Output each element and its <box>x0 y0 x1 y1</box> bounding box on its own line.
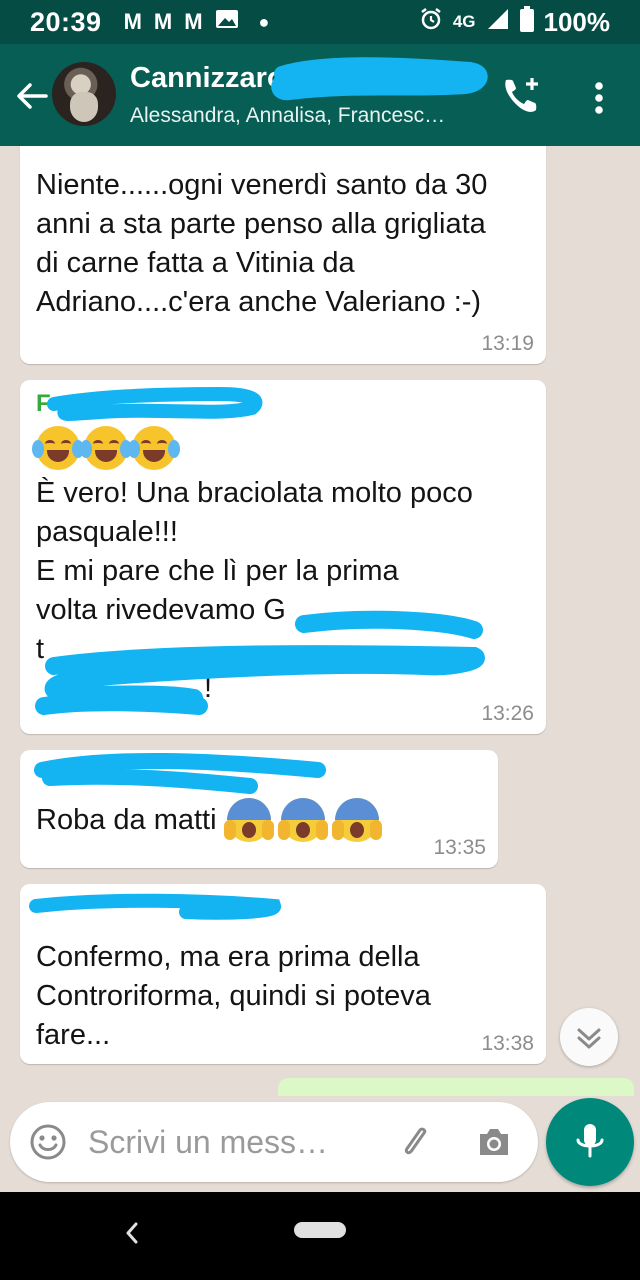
message-text: Roba da matti <box>36 803 217 836</box>
camera-icon[interactable] <box>474 1122 514 1162</box>
redaction-scribble <box>271 57 488 101</box>
scroll-to-bottom-button[interactable] <box>560 1008 618 1066</box>
chat-participants[interactable]: Alessandra, Annalisa, Francesc… <box>130 104 445 128</box>
paperclip-icon[interactable] <box>396 1122 436 1162</box>
outgoing-message-peek[interactable] <box>278 1078 634 1096</box>
message-text: Confermo, ma era prima della Controrifor… <box>36 941 431 1051</box>
emoji-row <box>32 426 530 470</box>
battery-icon <box>519 5 534 39</box>
message-text-line: E mi pare che lì per la prima volta rive… <box>36 555 399 626</box>
message-text-line: È vero! Una braciolata molto poco pasqua… <box>36 477 473 548</box>
message-bubble[interactable]: Confermo, ma era prima della Controrifor… <box>20 884 546 1064</box>
message-text-line: ! <box>204 672 213 704</box>
status-bar: 20:39 M M M ● 4G 100% <box>0 0 640 44</box>
home-pill[interactable] <box>294 1222 346 1238</box>
message-text-row: Roba da matti <box>36 798 482 842</box>
message-sender <box>36 894 530 924</box>
send-voice-button[interactable] <box>546 1098 634 1186</box>
message-bubble[interactable]: Niente......ogni venerdì santo da 30 ann… <box>20 146 546 364</box>
laughing-tears-emoji <box>80 426 132 470</box>
screaming-face-emoji <box>277 798 328 842</box>
notification-icons: M M M ● <box>124 9 270 35</box>
chevron-double-down-icon <box>577 1028 601 1049</box>
message-sender <box>36 760 482 790</box>
message-list[interactable]: Niente......ogni venerdì santo da 30 ann… <box>0 146 640 1096</box>
gmail-icon: M <box>153 9 173 34</box>
clock: 20:39 <box>30 6 102 37</box>
add-call-icon[interactable] <box>500 76 544 116</box>
message-text-line: t <box>36 633 45 665</box>
message-time: 13:35 <box>433 836 486 859</box>
gmail-icon: M <box>123 9 142 34</box>
smiley-icon[interactable] <box>28 1122 68 1162</box>
chat-title[interactable]: Cannizzaro <box>130 62 285 95</box>
message-time: 13:26 <box>481 702 534 725</box>
message-bubble[interactable]: Roba da matti 13:35 <box>20 750 498 868</box>
message-text: Niente......ogni venerdì santo da 30 ann… <box>36 169 488 318</box>
microphone-icon <box>576 1124 604 1158</box>
alarm-icon <box>419 7 443 38</box>
message-composer: Scrivi un mess… <box>10 1102 538 1182</box>
battery-level: 100% <box>543 6 611 37</box>
gmail-icon: M <box>184 9 203 34</box>
chat-header: Cannizzaro Alessandra, Annalisa, Frances… <box>0 44 640 146</box>
message-input[interactable]: Scrivi un mess… <box>88 1124 328 1161</box>
screaming-face-emoji <box>331 798 382 842</box>
laughing-tears-emoji <box>128 426 180 470</box>
group-avatar[interactable] <box>52 62 116 126</box>
network-type: 4G <box>452 12 476 31</box>
arrow-left-icon[interactable] <box>14 78 50 114</box>
screaming-face-emoji <box>223 798 274 842</box>
message-bubble[interactable]: F È vero! Una braciolata molto poco pasq… <box>20 380 546 734</box>
system-navigation-bar <box>0 1192 640 1280</box>
image-icon <box>215 9 239 35</box>
more-vertical-icon[interactable] <box>588 78 610 118</box>
message-time: 13:19 <box>481 332 534 355</box>
signal-icon <box>486 7 510 38</box>
laughing-tears-emoji <box>32 426 84 470</box>
more-notifications-dot: ● <box>258 11 270 32</box>
message-sender: F <box>36 390 51 417</box>
nav-back-icon[interactable] <box>120 1218 144 1253</box>
message-time: 13:38 <box>481 1032 534 1055</box>
